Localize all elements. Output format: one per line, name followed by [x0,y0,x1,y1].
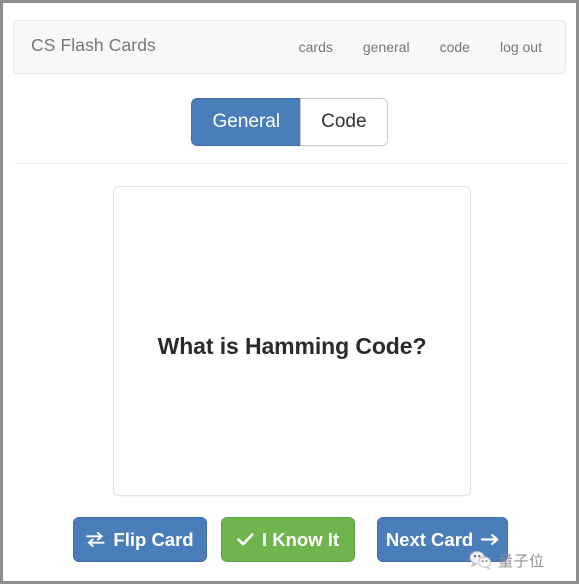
watermark: 量子位 [469,547,545,573]
browser-window: CS Flash Cards cards general code log ou… [0,0,579,584]
category-toggle-wrapper: General Code [3,98,576,146]
action-button-bar: Flip Card I Know It Next Card [73,517,508,563]
brand-link[interactable]: CS Flash Cards [31,35,156,56]
nav-link-code[interactable]: code [425,21,485,73]
next-card-label: Next Card [385,528,474,550]
watermark-text: 量子位 [498,551,545,570]
nav-links: cards general code log out [284,21,557,73]
tab-code[interactable]: Code [300,98,388,146]
exchange-icon [86,532,105,547]
flip-card-button[interactable]: Flip Card [73,517,207,562]
tab-general[interactable]: General [191,98,301,146]
nav-link-cards[interactable]: cards [284,21,348,73]
flashcard-question: What is Hamming Code? [157,333,427,359]
arrow-right-icon [481,532,499,547]
flashcard[interactable]: What is Hamming Code? [113,186,471,496]
check-icon [237,532,254,547]
flip-card-label: Flip Card [113,528,194,550]
nav-link-general[interactable]: general [348,21,425,73]
nav-link-log-out[interactable]: log out [485,21,557,73]
i-know-it-label: I Know It [261,528,340,550]
page-root: CS Flash Cards cards general code log ou… [3,3,576,581]
i-know-it-button[interactable]: I Know It [221,517,355,562]
category-toggle-group: General Code [191,98,388,146]
navbar: CS Flash Cards cards general code log ou… [13,20,566,74]
wechat-icon [469,550,493,570]
section-divider [13,163,566,164]
